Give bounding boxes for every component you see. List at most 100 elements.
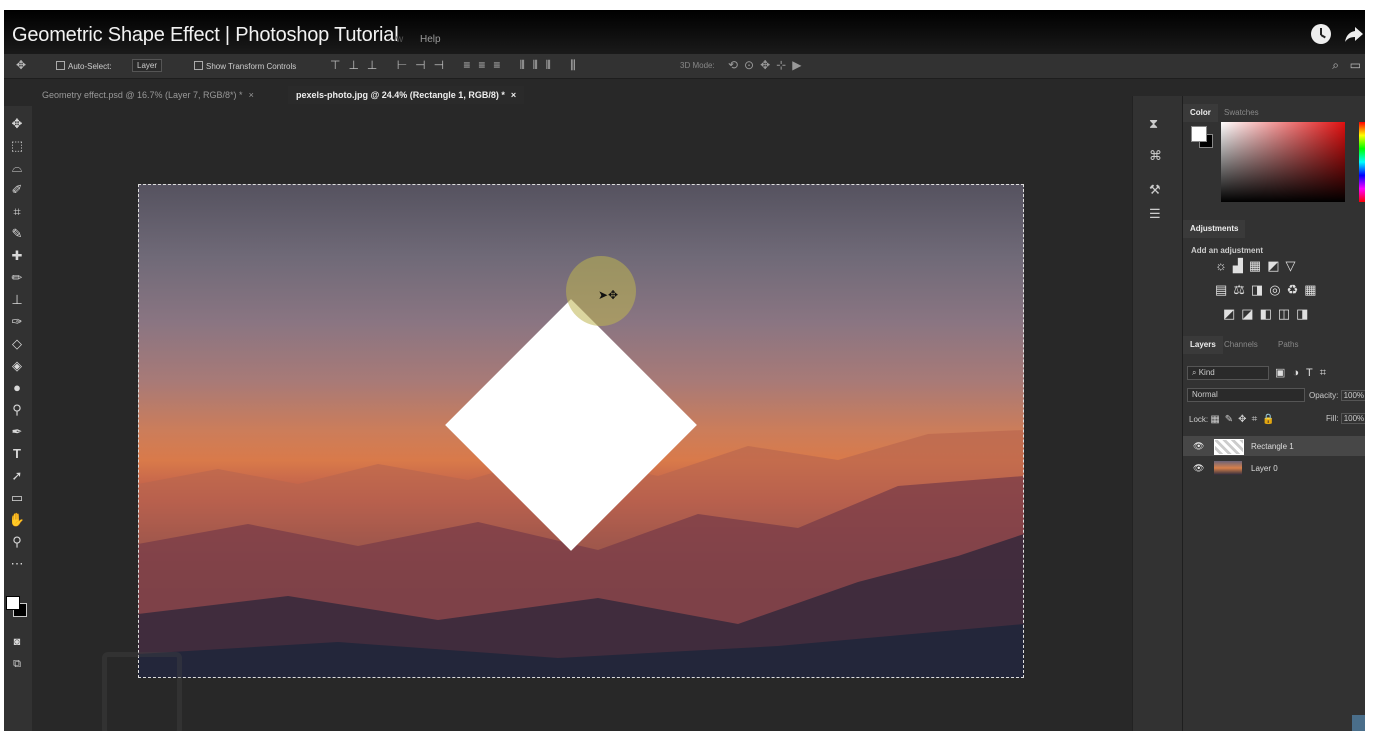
adjustment-icons-row-3[interactable]: ◩◪◧◫◨ [1223,306,1314,322]
layer-thumbnail [1214,439,1244,455]
crop-icon[interactable]: ⌗ [7,202,27,222]
share-icon[interactable] [1345,26,1363,42]
lock-label: Lock: [1189,415,1209,424]
screen-mode-icon[interactable]: ⧉ [7,654,27,674]
lock-icons[interactable]: ▦✎✥⌗🔒 [1210,414,1279,425]
fill-control[interactable]: Fill: 100% [1326,413,1365,424]
eye-icon[interactable]: 👁 [1193,463,1204,474]
color-panel-tabs: Color Swatches [1183,104,1365,122]
brush-icon[interactable]: ✏ [7,268,27,288]
layer-thumbnail [1214,461,1242,475]
close-icon[interactable]: × [249,90,254,100]
type-icon[interactable]: T [7,444,27,464]
dodge-icon[interactable]: ⚲ [7,400,27,420]
lock-controls: Lock: ▦✎✥⌗🔒 [1189,414,1280,425]
color-foreground-swatch[interactable] [1191,126,1207,142]
channel-watermark-logo [102,652,182,731]
fill-value[interactable]: 100% [1340,413,1365,424]
healing-icon[interactable]: ✚ [7,246,27,266]
blend-mode-select[interactable]: Normal [1187,388,1305,402]
channel-logo-icon [1352,715,1365,731]
zoom-icon[interactable]: ⚲ [7,532,27,552]
video-title-bar: Geometric Shape Effect | Photoshop Tutor… [4,10,1365,54]
move-icon[interactable]: ✥ [7,114,27,134]
adjustments-panel-tabs: Adjustments [1183,220,1365,238]
menu-item-view[interactable]: w [396,34,403,45]
layer-filter-icons[interactable]: ▣◑T⌗ [1275,366,1333,380]
marquee-icon[interactable]: ⬚ [7,136,27,156]
blur-icon[interactable]: ● [7,378,27,398]
fill-label: Fill: [1326,414,1339,423]
tab-color[interactable]: Color [1183,104,1218,122]
path-select-icon[interactable]: ➚ [7,466,27,486]
layer-row-rectangle-1[interactable]: 👁 Rectangle 1 [1183,436,1365,456]
show-transform-checkbox[interactable]: Show Transform Controls [194,61,296,71]
eye-icon[interactable]: 👁 [1193,441,1204,452]
layer-name: Rectangle 1 [1251,442,1294,451]
auto-select-label: Auto-Select: [68,62,112,71]
3d-mode-icons[interactable]: ⟲⊙✥⊹▶ [728,58,807,72]
color-picker-field[interactable] [1221,122,1345,202]
auto-select-checkbox[interactable]: Auto-Select: [56,61,112,71]
kind-label: Kind [1198,368,1215,377]
document-canvas[interactable]: ➤✥ [32,106,1132,731]
layer-select[interactable]: Layer [132,59,163,72]
lasso-icon[interactable]: ⌓ [7,158,27,178]
document-tabs: Geometry effect.psd @ 16.7% (Layer 7, RG… [34,86,1134,104]
workspace-icon[interactable]: ▭ [1350,58,1361,72]
add-adjustment-label: Add an adjustment [1191,246,1264,255]
opacity-control[interactable]: Opacity: 100% [1309,390,1365,401]
layers-panel-tabs: Layers Channels Paths [1183,336,1365,354]
tab-label: pexels-photo.jpg @ 24.4% (Rectangle 1, R… [296,90,505,100]
tab-channels[interactable]: Channels [1217,336,1265,354]
eraser-icon[interactable]: ◇ [7,334,27,354]
layer-row-layer-0[interactable]: 👁 Layer 0 [1183,458,1365,478]
sunset-mountain-photo: ➤✥ [138,184,1024,678]
video-title[interactable]: Geometric Shape Effect | Photoshop Tutor… [12,24,399,47]
menu-item-help[interactable]: Help [420,34,441,45]
history-brush-icon[interactable]: ✑ [7,312,27,332]
adjustment-icons-row-2[interactable]: ▤⚖◨◎♻▦ [1215,282,1323,298]
video-frame: Geometric Shape Effect | Photoshop Tutor… [4,10,1365,731]
search-icon[interactable]: ⌕ [1332,58,1339,73]
3d-mode-label: 3D Mode: [680,61,715,70]
tab-swatches[interactable]: Swatches [1217,104,1266,122]
options-bar: ✥ Auto-Select: Layer Show Transform Cont… [4,54,1365,79]
right-panels: Color Swatches Adjustments Add an adjust… [1182,96,1365,731]
align-icons[interactable]: ⊤⊥⊥ ⊢⊣⊣ ≡≡≡ ⫴⫴⫴ ⫼ [330,58,584,73]
layer-select-value: Layer [132,59,163,72]
opacity-label: Opacity: [1309,391,1339,400]
show-transform-label: Show Transform Controls [206,62,297,71]
blend-mode-value: Normal [1192,390,1218,399]
paint-bucket-icon[interactable]: ◈ [7,356,27,376]
history-icon[interactable]: ⧗ [1149,116,1158,132]
adjustment-icons-row-1[interactable]: ☼▟▦◩▽ [1215,258,1301,274]
foreground-color-swatch[interactable] [6,596,20,610]
tab-pexels-photo[interactable]: pexels-photo.jpg @ 24.4% (Rectangle 1, R… [288,86,525,104]
rectangle-icon[interactable]: ▭ [7,488,27,508]
close-icon[interactable]: × [511,90,516,100]
brush-settings-icon[interactable]: ⌘ [1149,148,1162,164]
pen-icon[interactable]: ✒ [7,422,27,442]
tools-panel: ✥ ⬚ ⌓ ✐ ⌗ ✎ ✚ ✏ ⊥ ✑ ◇ ◈ ● ⚲ ✒ T ➚ ▭ ✋ ⚲ … [4,106,32,731]
more-icon[interactable]: ⋯ [7,554,27,574]
move-icon[interactable]: ✥ [16,58,26,72]
panel-icon-strip: ⧗ ⌘ ⚒ ☰ [1132,96,1183,731]
layer-kind-filter[interactable]: ⌕ Kind [1187,366,1269,380]
tab-label: Geometry effect.psd @ 16.7% (Layer 7, RG… [42,90,243,100]
move-cursor-icon: ➤✥ [598,288,619,302]
quick-mask-icon[interactable]: ◙ [7,632,27,652]
eyedropper-icon[interactable]: ✎ [7,224,27,244]
hand-icon[interactable]: ✋ [7,510,27,530]
properties-icon[interactable]: ☰ [1149,206,1161,222]
clock-icon[interactable] [1311,24,1331,44]
tab-paths[interactable]: Paths [1271,336,1305,354]
tab-geometry-effect[interactable]: Geometry effect.psd @ 16.7% (Layer 7, RG… [34,86,262,104]
stamp-icon[interactable]: ⊥ [7,290,27,310]
tab-adjustments[interactable]: Adjustments [1183,220,1246,238]
hue-slider[interactable] [1359,122,1365,202]
opacity-value[interactable]: 100% [1340,390,1365,401]
tool-presets-icon[interactable]: ⚒ [1149,182,1161,198]
layer-name: Layer 0 [1251,464,1278,473]
quick-select-icon[interactable]: ✐ [7,180,27,200]
